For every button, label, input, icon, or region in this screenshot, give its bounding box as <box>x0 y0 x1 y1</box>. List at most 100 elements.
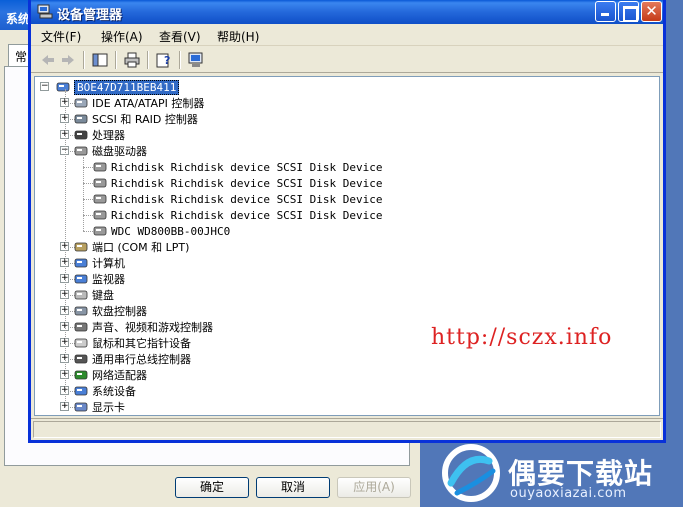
tree-device-label: Richdisk Richdisk device SCSI Disk Devic… <box>111 176 383 190</box>
tree-category[interactable]: IDE ATA/ATAPI 控制器 <box>73 95 204 111</box>
usb-icon <box>74 354 88 364</box>
collapse-button[interactable]: − <box>40 82 49 91</box>
minimize-button[interactable] <box>595 1 616 22</box>
tree-category-label: IDE ATA/ATAPI 控制器 <box>92 97 205 110</box>
device-manager-icon <box>37 4 53 19</box>
back-arrow-icon[interactable] <box>39 51 57 69</box>
disk-drive-icon <box>93 178 107 188</box>
menu-bar: 文件(F) 操作(A) 查看(V) 帮助(H) <box>31 24 663 46</box>
mouse-icon <box>74 338 88 348</box>
tree-category[interactable]: 计算机 <box>73 255 125 271</box>
tree-category[interactable]: 网络适配器 <box>73 367 147 383</box>
tree-category[interactable]: SCSI 和 RAID 控制器 <box>73 111 198 127</box>
disk-drive-icon <box>93 162 107 172</box>
system-device-icon <box>74 386 88 396</box>
floppy-controller-icon <box>74 306 88 316</box>
watermark-domain: ouyaoxiazai.com <box>510 486 627 501</box>
tree-category-label: 磁盘驱动器 <box>92 145 147 158</box>
url-watermark: http://sczx.info <box>431 325 613 350</box>
disk-drive-icon <box>74 146 88 156</box>
print-icon[interactable] <box>123 51 141 69</box>
menu-help[interactable]: 帮助(H) <box>217 28 259 45</box>
tree-category-label: 鼠标和其它指针设备 <box>92 337 191 350</box>
computer-icon <box>74 258 88 268</box>
system-properties-title: 系统 <box>6 12 31 26</box>
tree-device[interactable]: Richdisk Richdisk device SCSI Disk Devic… <box>92 175 383 191</box>
tree-category-label: 端口 (COM 和 LPT) <box>92 241 190 254</box>
menu-action[interactable]: 操作(A) <box>101 28 143 45</box>
cancel-button[interactable]: 取消 <box>256 477 330 498</box>
disk-drive-icon <box>93 210 107 220</box>
tree-category-label: SCSI 和 RAID 控制器 <box>92 113 198 126</box>
tree-category[interactable]: 端口 (COM 和 LPT) <box>73 239 189 255</box>
tree-connector <box>65 89 66 407</box>
tree-category-label: 处理器 <box>92 129 125 142</box>
tree-category-label: 系统设备 <box>92 385 136 398</box>
ok-button[interactable]: 确定 <box>175 477 249 498</box>
network-adapter-icon <box>74 370 88 380</box>
tree-category[interactable]: 鼠标和其它指针设备 <box>73 335 191 351</box>
tree-category-label: 显示卡 <box>92 401 125 414</box>
close-button[interactable]: ✕ <box>641 1 662 22</box>
tree-category[interactable]: 处理器 <box>73 127 125 143</box>
computer-icon <box>56 82 70 92</box>
tree-category-label: 软盘控制器 <box>92 305 147 318</box>
monitor-icon <box>74 274 88 284</box>
device-info-icon[interactable] <box>187 51 205 69</box>
tree-device[interactable]: Richdisk Richdisk device SCSI Disk Devic… <box>92 159 383 175</box>
tree-category-label: 计算机 <box>92 257 125 270</box>
tree-device-label: WDC WD800BB-00JHC0 <box>111 224 231 238</box>
svg-text:?: ? <box>164 54 170 67</box>
disk-drive-icon <box>93 194 107 204</box>
properties-help-icon[interactable]: ? <box>155 51 173 69</box>
tree-category[interactable]: 通用串行总线控制器 <box>73 351 191 367</box>
tree-category[interactable]: 监视器 <box>73 271 125 287</box>
toolbar: ? <box>31 47 663 73</box>
tree-device[interactable]: Richdisk Richdisk device SCSI Disk Devic… <box>92 191 383 207</box>
menu-view[interactable]: 查看(V) <box>159 28 201 45</box>
tree-device-label: Richdisk Richdisk device SCSI Disk Devic… <box>111 208 383 222</box>
watermark-logo-icon <box>442 444 500 502</box>
menu-file[interactable]: 文件(F) <box>41 28 81 45</box>
apply-button[interactable]: 应用(A) <box>337 477 411 498</box>
tree-device-label: Richdisk Richdisk device SCSI Disk Devic… <box>111 192 383 206</box>
tree-category-label: 声音、视频和游戏控制器 <box>92 321 213 334</box>
display-adapter-icon <box>74 402 88 412</box>
tree-category[interactable]: 磁盘驱动器 <box>73 143 147 159</box>
tree-category-label: 监视器 <box>92 273 125 286</box>
tree-category[interactable]: 声音、视频和游戏控制器 <box>73 319 213 335</box>
tree-category[interactable]: 系统设备 <box>73 383 136 399</box>
tree-category-label: 网络适配器 <box>92 369 147 382</box>
tree-device[interactable]: WDC WD800BB-00JHC0 <box>92 223 230 239</box>
scsi-controller-icon <box>74 114 88 124</box>
device-manager-titlebar[interactable]: 设备管理器 ✕ <box>31 0 663 24</box>
toolbar-separator <box>147 51 149 69</box>
ide-controller-icon <box>74 98 88 108</box>
toolbar-separator <box>115 51 117 69</box>
toolbar-separator <box>179 51 181 69</box>
tree-category-label: 通用串行总线控制器 <box>92 353 191 366</box>
disk-drive-icon <box>93 226 107 236</box>
device-tree[interactable]: http://sczx.info − BOE47D711BEB411 + IDE AT… <box>34 76 660 416</box>
tree-device[interactable]: Richdisk Richdisk device SCSI Disk Devic… <box>92 207 383 223</box>
tree-category-label: 键盘 <box>92 289 114 302</box>
show-hide-tree-icon[interactable] <box>91 51 109 69</box>
tree-connector <box>83 157 84 231</box>
status-bar <box>31 418 663 440</box>
tree-category[interactable]: 键盘 <box>73 287 114 303</box>
toolbar-separator <box>83 51 85 69</box>
keyboard-icon <box>74 290 88 300</box>
tree-root-label: BOE47D711BEB411 <box>74 79 180 95</box>
window-title: 设备管理器 <box>57 8 123 23</box>
processor-icon <box>74 130 88 140</box>
tree-root[interactable]: BOE47D711BEB411 <box>55 79 180 95</box>
tree-device-label: Richdisk Richdisk device SCSI Disk Devic… <box>111 160 383 174</box>
forward-arrow-icon[interactable] <box>59 51 77 69</box>
tree-category[interactable]: 显示卡 <box>73 399 125 415</box>
status-cell <box>33 421 661 438</box>
sound-icon <box>74 322 88 332</box>
tree-category[interactable]: 软盘控制器 <box>73 303 147 319</box>
device-manager-window: 设备管理器 ✕ 文件(F) 操作(A) 查看(V) 帮助(H) ? http:/… <box>28 0 666 443</box>
maximize-button[interactable] <box>618 1 639 22</box>
port-icon <box>74 242 88 252</box>
